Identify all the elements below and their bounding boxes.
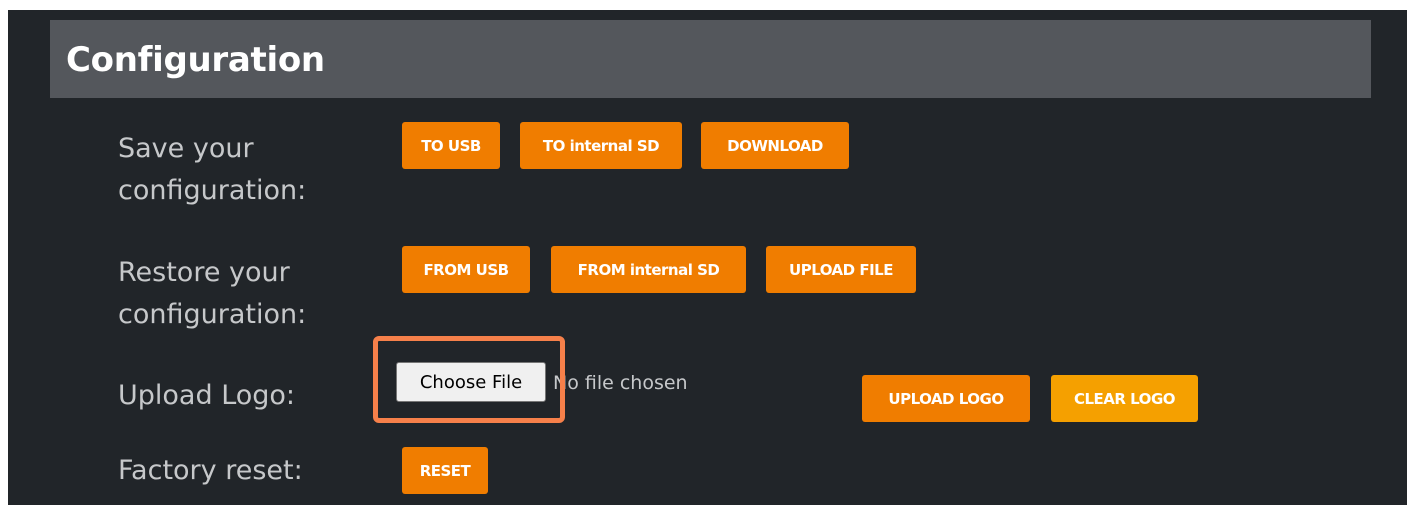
save-to-internal-sd-button[interactable]: TO internal SD [520,122,682,169]
section-header: Configuration [50,20,1371,98]
upload-logo-label: Upload Logo: [118,380,296,411]
restore-from-usb-button[interactable]: FROM USB [402,246,530,293]
restore-from-internal-sd-button[interactable]: FROM internal SD [551,246,746,293]
factory-reset-button[interactable]: RESET [402,447,488,494]
factory-reset-label: Factory reset: [118,455,303,486]
download-config-button[interactable]: DOWNLOAD [701,122,849,169]
upload-config-file-button[interactable]: UPLOAD FILE [766,246,916,293]
restore-config-label: Restore your configuration: [118,257,307,330]
file-status-text: No file chosen [553,372,688,394]
section-title: Configuration [66,40,325,80]
choose-file-button[interactable]: Choose File [396,362,546,402]
save-to-usb-button[interactable]: TO USB [402,122,500,169]
upload-logo-button[interactable]: UPLOAD LOGO [862,375,1030,422]
save-config-label: Save your configuration: [118,133,307,206]
clear-logo-button[interactable]: CLEAR LOGO [1051,375,1198,422]
